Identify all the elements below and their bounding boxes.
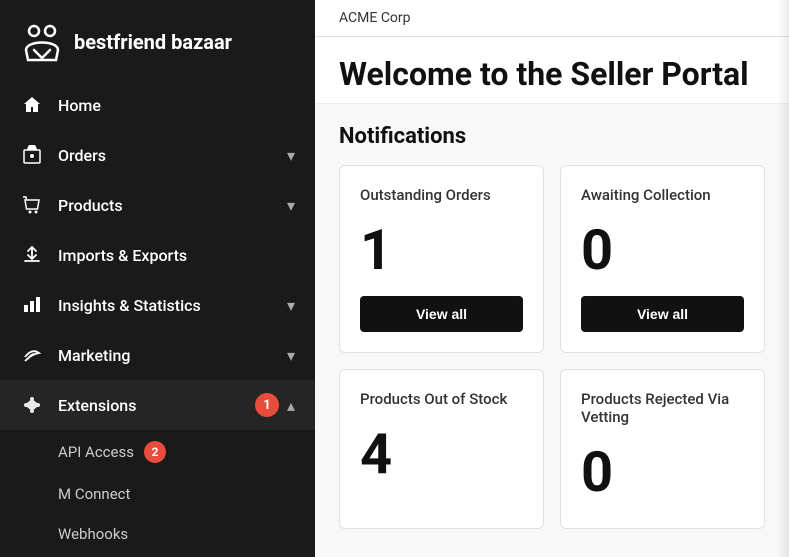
products-chevron: ▾ (287, 196, 295, 215)
api-access-badge: 2 (144, 441, 166, 463)
marketing-icon (20, 343, 44, 367)
card-label-2: Products Out of Stock (360, 390, 523, 408)
extensions-icon (20, 393, 44, 417)
logo-text: bestfriend bazaar (74, 30, 232, 54)
sidebar-item-webhooks[interactable]: Webhooks (0, 514, 315, 554)
orders-label: Orders (58, 146, 287, 165)
logo-area[interactable]: bestfriend bazaar (0, 0, 315, 80)
sidebar-item-orders[interactable]: Orders ▾ (0, 130, 315, 180)
webhooks-label: Webhooks (58, 525, 128, 543)
notifications-grid: Outstanding Orders 1 View all Awaiting C… (339, 165, 765, 529)
sidebar-item-home[interactable]: Home (0, 80, 315, 130)
marketing-label: Marketing (58, 346, 287, 365)
api-access-label: API Access (58, 443, 134, 461)
card-count-1: 0 (581, 214, 744, 286)
insights-label: Insights & Statistics (58, 296, 287, 315)
company-bar: ACME Corp (315, 0, 789, 37)
card-count-2: 4 (360, 418, 523, 490)
sidebar-item-products[interactable]: Products ▾ (0, 180, 315, 230)
view-all-awaiting-button[interactable]: View all (581, 296, 744, 332)
extensions-chevron: ▴ (287, 396, 295, 415)
logo-icon (20, 20, 64, 64)
card-label-1: Awaiting Collection (581, 186, 744, 204)
card-count-0: 1 (360, 214, 523, 286)
notifications-section: Notifications Outstanding Orders 1 View … (315, 104, 789, 549)
company-name: ACME Corp (339, 10, 411, 26)
sidebar: bestfriend bazaar Home Orders ▾ Products… (0, 0, 315, 557)
home-icon (20, 93, 44, 117)
view-all-outstanding-button[interactable]: View all (360, 296, 523, 332)
sidebar-item-api-access[interactable]: API Access 2 (0, 430, 315, 474)
card-products-rejected: Products Rejected Via Vetting 0 (560, 369, 765, 529)
sidebar-item-extensions[interactable]: Extensions 1 ▴ (0, 380, 315, 430)
insights-icon (20, 293, 44, 317)
extensions-submenu: API Access 2 M Connect Webhooks (0, 430, 315, 554)
page-title: Welcome to the Seller Portal (339, 55, 765, 93)
card-label-3: Products Rejected Via Vetting (581, 390, 744, 426)
card-products-out-of-stock: Products Out of Stock 4 (339, 369, 544, 529)
marketing-chevron: ▾ (287, 346, 295, 365)
orders-chevron: ▾ (287, 146, 295, 165)
notifications-heading: Notifications (339, 124, 765, 149)
sidebar-item-insights[interactable]: Insights & Statistics ▾ (0, 280, 315, 330)
insights-chevron: ▾ (287, 296, 295, 315)
card-outstanding-orders: Outstanding Orders 1 View all (339, 165, 544, 353)
page-header: Welcome to the Seller Portal (315, 37, 789, 104)
extensions-badge: 1 (255, 393, 279, 417)
card-awaiting-collection: Awaiting Collection 0 View all (560, 165, 765, 353)
products-label: Products (58, 196, 287, 215)
card-count-3: 0 (581, 436, 744, 508)
sidebar-item-imports[interactable]: Imports & Exports (0, 230, 315, 280)
sidebar-item-m-connect[interactable]: M Connect (0, 474, 315, 514)
card-label-0: Outstanding Orders (360, 186, 523, 204)
products-icon (20, 193, 44, 217)
m-connect-label: M Connect (58, 485, 130, 503)
main-content: ACME Corp Welcome to the Seller Portal N… (315, 0, 789, 557)
imports-label: Imports & Exports (58, 246, 295, 265)
imports-icon (20, 243, 44, 267)
home-label: Home (58, 96, 295, 115)
extensions-label: Extensions (58, 396, 255, 415)
orders-icon (20, 143, 44, 167)
sidebar-item-marketing[interactable]: Marketing ▾ (0, 330, 315, 380)
